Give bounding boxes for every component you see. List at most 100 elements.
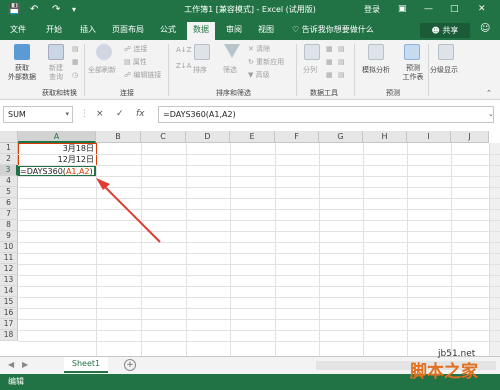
- clear-filter-icon: ✕: [248, 45, 257, 53]
- row-header-10[interactable]: 10: [0, 242, 18, 253]
- cell-a2[interactable]: 12月12日: [18, 154, 96, 165]
- recent-sources-icon[interactable]: ◷: [72, 71, 78, 80]
- ribbon-options-icon[interactable]: ▣: [398, 3, 407, 16]
- row-header-7[interactable]: 7: [0, 209, 18, 220]
- edit-links-button[interactable]: ☍ 编辑链接: [124, 71, 161, 80]
- sign-in-link[interactable]: 登录: [364, 4, 380, 16]
- expand-formula-bar-icon[interactable]: ⌄: [488, 107, 494, 121]
- tab-review[interactable]: 审阅: [226, 24, 242, 36]
- column-header-c[interactable]: C: [141, 131, 186, 143]
- outline-button[interactable]: 分级显示: [430, 66, 458, 75]
- row-header-18[interactable]: 18: [0, 330, 18, 341]
- close-icon[interactable]: ✕: [478, 3, 486, 16]
- tab-file[interactable]: 文件: [10, 24, 26, 36]
- collapse-ribbon-icon[interactable]: ⌃: [486, 89, 492, 98]
- column-header-g[interactable]: G: [319, 131, 363, 143]
- column-header-a[interactable]: A: [18, 131, 96, 143]
- connections-button[interactable]: ☍ 连接: [124, 45, 147, 54]
- text-to-columns-button[interactable]: 分列: [303, 66, 317, 75]
- tab-page-layout[interactable]: 页面布局: [112, 24, 144, 36]
- gridline: [18, 330, 500, 331]
- row-header-16[interactable]: 16: [0, 308, 18, 319]
- row-header-11[interactable]: 11: [0, 253, 18, 264]
- connections-icon: ☍: [124, 45, 134, 53]
- tell-me-search[interactable]: ♡ 告诉我你想要做什么: [292, 24, 374, 36]
- row-header-2[interactable]: 2: [0, 154, 18, 165]
- show-queries-icon[interactable]: ▤: [72, 45, 79, 54]
- row-header-1[interactable]: 1: [0, 143, 18, 154]
- row-header-14[interactable]: 14: [0, 286, 18, 297]
- text-to-columns-icon: [304, 44, 320, 60]
- filter-button[interactable]: 筛选: [223, 66, 237, 75]
- more-options-icon[interactable]: ⋮: [80, 107, 89, 121]
- column-header-i[interactable]: I: [407, 131, 451, 143]
- cancel-icon[interactable]: ×: [96, 107, 104, 121]
- sort-ascending-button[interactable]: A↓Z: [176, 46, 191, 55]
- get-external-data-button[interactable]: 获取 外部数据: [4, 64, 40, 82]
- gridline: [18, 275, 500, 276]
- clear-button[interactable]: ✕ 清除: [248, 45, 270, 54]
- column-header-b[interactable]: B: [96, 131, 141, 143]
- gridline: [18, 187, 500, 188]
- worksheet-grid[interactable]: A B C D E F G H I J 3月18日 12月12日 =DAYS36…: [0, 131, 500, 356]
- restore-icon[interactable]: □: [450, 3, 459, 16]
- share-button[interactable]: ☻ 共享: [420, 23, 470, 38]
- vertical-scrollbar[interactable]: [489, 143, 500, 356]
- enter-icon[interactable]: ✓: [116, 107, 124, 121]
- formula-text-suffix: ): [89, 167, 93, 176]
- data-validation-icon[interactable]: ▦: [326, 71, 333, 80]
- tab-formulas[interactable]: 公式: [160, 24, 176, 36]
- previous-sheet-icon[interactable]: ◀: [8, 359, 14, 371]
- cell-a1[interactable]: 3月18日: [18, 143, 96, 154]
- row-header-15[interactable]: 15: [0, 297, 18, 308]
- sort-descending-button[interactable]: Z↓A: [176, 62, 191, 71]
- remove-duplicates-icon[interactable]: ▦: [326, 58, 333, 67]
- gridline: [18, 231, 500, 232]
- select-all-corner[interactable]: [0, 131, 18, 143]
- outline-icon: [438, 44, 454, 60]
- row-header-6[interactable]: 6: [0, 198, 18, 209]
- name-box[interactable]: SUM ▾: [3, 106, 73, 123]
- new-query-button[interactable]: 新建 查询: [42, 64, 70, 82]
- row-header-13[interactable]: 13: [0, 275, 18, 286]
- formula-input[interactable]: =DAYS360(A1,A2): [158, 106, 494, 123]
- refresh-all-button[interactable]: 全部刷新: [88, 66, 116, 75]
- add-sheet-button[interactable]: +: [124, 359, 136, 371]
- column-header-h[interactable]: H: [363, 131, 407, 143]
- minimize-icon[interactable]: —: [424, 3, 433, 16]
- row-header-8[interactable]: 8: [0, 220, 18, 231]
- sort-button[interactable]: 排序: [193, 66, 207, 75]
- column-header-e[interactable]: E: [230, 131, 275, 143]
- tab-insert[interactable]: 插入: [80, 24, 96, 36]
- tab-view[interactable]: 视图: [258, 24, 274, 36]
- row-header-3[interactable]: 3: [0, 165, 18, 176]
- column-header-f[interactable]: F: [275, 131, 319, 143]
- next-sheet-icon[interactable]: ▶: [22, 359, 28, 371]
- column-header-j[interactable]: J: [451, 131, 489, 143]
- smiley-feedback-icon[interactable]: ☺: [480, 23, 490, 35]
- sheet-tab-sheet1[interactable]: Sheet1: [64, 357, 108, 373]
- reapply-button[interactable]: ↻ 重新应用: [248, 58, 284, 67]
- manage-data-model-icon[interactable]: ▤: [338, 71, 345, 80]
- tab-data[interactable]: 数据: [187, 22, 215, 40]
- relationships-icon[interactable]: ▤: [338, 58, 345, 67]
- forecast-sheet-button[interactable]: 预测 工作表: [398, 64, 428, 82]
- row-header-4[interactable]: 4: [0, 176, 18, 187]
- row-header-9[interactable]: 9: [0, 231, 18, 242]
- properties-button[interactable]: ▤ 属性: [124, 58, 147, 67]
- chevron-down-icon[interactable]: ▾: [65, 107, 69, 122]
- tab-home[interactable]: 开始: [46, 24, 62, 36]
- from-table-icon[interactable]: ▦: [72, 58, 79, 67]
- insert-function-icon[interactable]: fx: [136, 107, 145, 121]
- gridline: [18, 154, 500, 155]
- formula-bar: SUM ▾ ⋮ × ✓ fx =DAYS360(A1,A2) ⌄: [0, 102, 500, 126]
- row-header-5[interactable]: 5: [0, 187, 18, 198]
- advanced-filter-button[interactable]: ▼ 高级: [248, 71, 270, 80]
- consolidate-icon[interactable]: ▤: [338, 45, 345, 54]
- column-header-d[interactable]: D: [186, 131, 230, 143]
- row-header-12[interactable]: 12: [0, 264, 18, 275]
- what-if-analysis-button[interactable]: 模拟分析: [362, 66, 390, 75]
- flash-fill-icon[interactable]: ▦: [326, 45, 333, 54]
- gridline: [18, 176, 500, 177]
- row-header-17[interactable]: 17: [0, 319, 18, 330]
